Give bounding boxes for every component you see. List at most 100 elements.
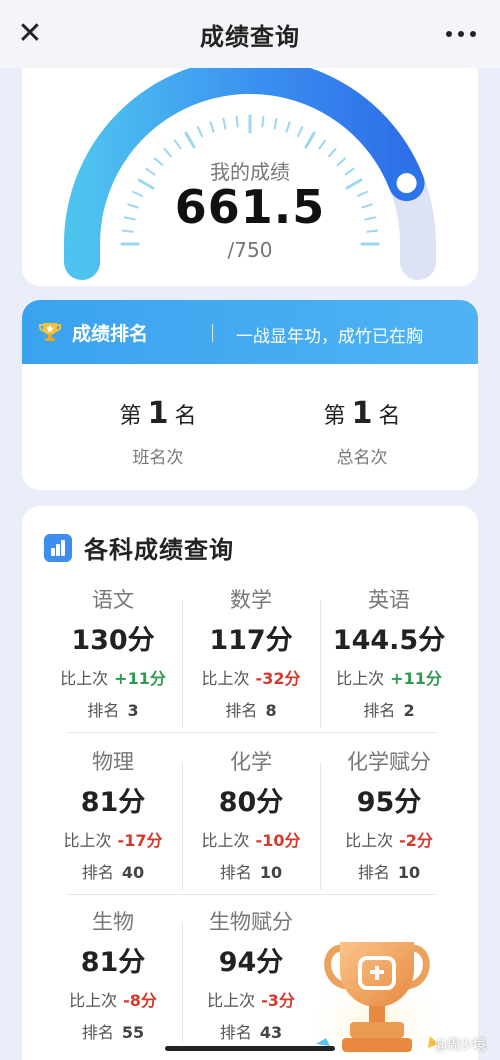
subject-rank: 排名 3: [87, 701, 139, 720]
subject-score: 130分: [71, 625, 155, 656]
rank-value: 8: [265, 701, 277, 720]
subject-score: 94分: [218, 947, 284, 978]
subject-rank: 排名 10: [357, 863, 421, 882]
change-value: +11分: [114, 669, 166, 688]
rank-value: 43: [259, 1023, 283, 1042]
class-rank: 第1名 班名次: [58, 396, 258, 468]
class-rank-label: 班名次: [132, 448, 184, 468]
subject-rank: 排名 43: [219, 1023, 283, 1042]
ranking-header: 成绩排名 一战显年功，成竹已在胸: [22, 300, 478, 364]
page-title: 成绩查询: [200, 22, 300, 51]
subject-change: 比上次 -2分: [345, 831, 433, 850]
subject-score: 80分: [218, 787, 284, 818]
subject-name: 生物: [92, 910, 134, 934]
subject-rank: 排名 8: [225, 701, 277, 720]
home-indicator: [165, 1046, 335, 1051]
subject-item[interactable]: 化学 80分比上次 -10分 排名 10: [182, 746, 320, 883]
subject-change: 比上次 -3分: [207, 991, 295, 1010]
subject-score: 81分: [80, 787, 146, 818]
score-gauge-card: 我的成绩 661.5 /750: [22, 68, 478, 286]
subject-score: 117分: [209, 625, 293, 656]
subject-rank: 排名 2: [363, 701, 415, 720]
subject-item[interactable]: 物理 81分 比上次 -17分 排名 40: [44, 746, 182, 883]
subject-name: 化学赋分: [347, 750, 431, 774]
change-value: -3分: [261, 991, 295, 1010]
subject-scores-card: 各科成绩查询 语文 130分 比上次 +11分 排名 3 数学 117分 比上次 -32分 排名 8 英…: [22, 506, 478, 1060]
row-divider: [66, 732, 436, 733]
gauge-tick: [297, 126, 304, 138]
row-divider: [66, 894, 436, 895]
subject-name: 生物赋分: [209, 910, 293, 934]
gauge-tick: [209, 121, 215, 133]
total-rank-label: 总名次: [336, 448, 388, 468]
subject-item[interactable]: 语文 130分比上次 +11分 排名 3: [44, 584, 182, 721]
subject-change: 比上次 -32分: [201, 669, 301, 688]
subject-name: 物理: [92, 750, 134, 774]
rank-value: 10: [397, 863, 421, 882]
gauge-tick: [173, 139, 182, 150]
column-divider: [182, 922, 183, 1042]
gauge-tick: [285, 121, 291, 133]
gauge-tick: [222, 117, 227, 130]
trophy-illustration: [312, 942, 442, 1060]
rank-value: 2: [403, 701, 415, 720]
gauge-tick: [196, 126, 203, 138]
subject-name: 化学: [230, 750, 272, 774]
rank-value: 40: [121, 863, 145, 882]
gauge-tick: [273, 117, 278, 130]
top-bar: ✕ 成绩查询: [0, 0, 500, 68]
subject-scores-title: 各科成绩查询: [84, 536, 234, 564]
subject-change: 比上次 -10分: [201, 831, 301, 850]
change-value: -8分: [123, 991, 157, 1010]
subject-item[interactable]: 生物 81分比上次 -8分 排名 55: [44, 906, 182, 1043]
total-max-score: /750: [227, 238, 273, 262]
ranking-body: 第1名 班名次 第1名 总名次: [22, 366, 478, 490]
subject-name: 英语: [368, 588, 410, 612]
rank-value: 55: [121, 1023, 145, 1042]
column-divider: [320, 762, 321, 890]
subject-change: 比上次 -17分: [63, 831, 163, 850]
close-icon[interactable]: ✕: [14, 18, 46, 50]
column-divider: [320, 600, 321, 728]
column-divider: [182, 600, 183, 728]
ranking-card: 成绩排名 一战显年功，成竹已在胸 第1名 班名次 第1名 总名次: [22, 300, 478, 490]
subject-score: 81分: [80, 947, 146, 978]
more-options-icon[interactable]: [446, 22, 476, 46]
subject-scores-header: 各科成绩查询: [44, 530, 234, 565]
subject-change: 比上次 -8分: [69, 991, 157, 1010]
subject-score: 144.5分: [332, 625, 446, 656]
subject-item[interactable]: 化学赋分 95分比上次 -2分 排名 10: [320, 746, 458, 883]
gauge-tick: [261, 115, 265, 128]
rank-value: 3: [127, 701, 139, 720]
subject-item[interactable]: 生物赋分 94分比上次 -3分 排名 43: [182, 906, 320, 1043]
subject-change: 比上次 +11分: [336, 669, 442, 688]
rank-value: 10: [259, 863, 283, 882]
total-rank: 第1名 总名次: [262, 396, 462, 468]
change-value: -32分: [255, 669, 301, 688]
gauge-tick: [304, 131, 316, 149]
subject-rank: 排名 55: [81, 1023, 145, 1042]
trophy-icon: [38, 320, 62, 344]
subject-score: 95分: [356, 787, 422, 818]
ranking-slogan: 一战显年功，成竹已在胸: [236, 327, 423, 347]
change-value: -17分: [117, 831, 163, 850]
total-rank-value: 第1名: [323, 396, 401, 431]
watermark: @周少境: [433, 1038, 486, 1053]
subject-rank: 排名 10: [219, 863, 283, 882]
subject-name: 语文: [92, 588, 134, 612]
subject-change: 比上次 +11分: [60, 669, 166, 688]
class-rank-value: 第1名: [119, 396, 197, 431]
gauge-tick: [235, 115, 239, 128]
ranking-title: 成绩排名: [72, 322, 149, 345]
change-value: +11分: [390, 669, 442, 688]
subject-item[interactable]: 数学 117分比上次 -32分 排名 8: [182, 584, 320, 721]
gauge-tick: [318, 139, 327, 150]
total-score: 661.5: [174, 180, 326, 234]
gauge-tick: [184, 131, 196, 149]
subject-name: 数学: [230, 588, 272, 612]
bar-chart-icon: [44, 533, 72, 562]
change-value: -2分: [399, 831, 433, 850]
subject-item[interactable]: 英语 144.5分比上次 +11分 排名 2: [320, 584, 458, 721]
change-value: -10分: [255, 831, 301, 850]
column-divider: [182, 762, 183, 890]
